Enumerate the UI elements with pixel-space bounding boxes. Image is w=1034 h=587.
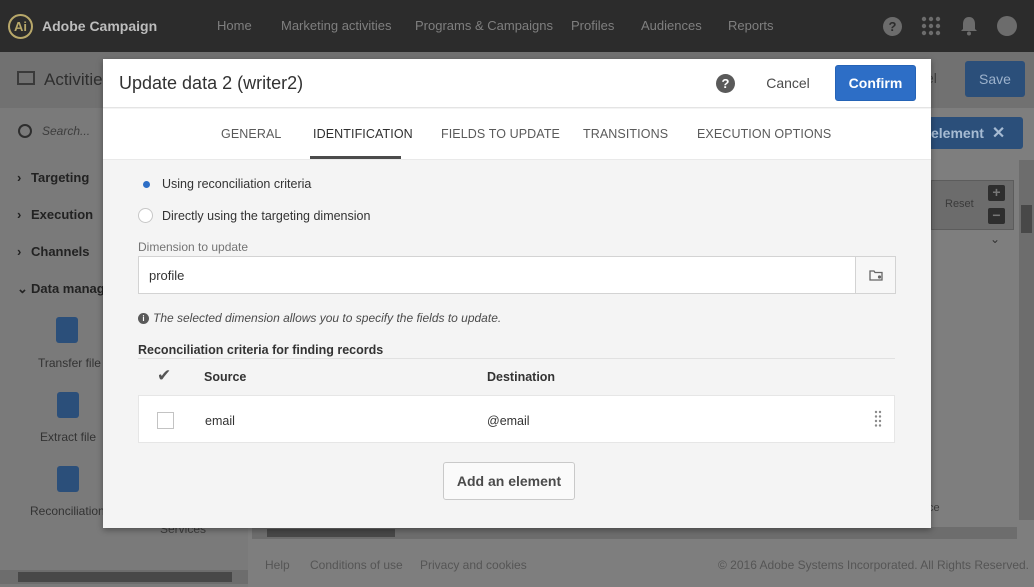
close-icon: ✕ bbox=[991, 125, 1006, 142]
row-source: email bbox=[205, 414, 235, 428]
nav-home[interactable]: Home bbox=[217, 18, 252, 33]
background-search-placeholder: Search... bbox=[42, 124, 91, 138]
row-destination: @email bbox=[487, 414, 530, 428]
footer-copyright: © 2016 Adobe Systems Incorporated. All R… bbox=[718, 558, 1030, 572]
tile-extract-file: Extract file bbox=[40, 430, 97, 444]
folder-icon bbox=[868, 270, 883, 281]
background-horizontal-scroll-thumb bbox=[267, 529, 395, 537]
bell-icon[interactable] bbox=[959, 16, 979, 36]
zoom-in-icon: + bbox=[988, 185, 1005, 201]
radio-reconciliation-criteria[interactable]: Using reconciliation criteria bbox=[138, 176, 311, 191]
table-row[interactable]: email @email bbox=[138, 395, 895, 443]
criteria-table-header: ✔ Source Destination bbox=[138, 358, 895, 394]
dialog-header: Update data 2 (writer2) ? Cancel Confirm bbox=[103, 59, 931, 108]
nav-marketing-activities[interactable]: Marketing activities bbox=[281, 18, 392, 33]
nav-programs-campaigns[interactable]: Programs & Campaigns bbox=[415, 18, 553, 33]
radio-label: Using reconciliation criteria bbox=[162, 176, 312, 191]
dimension-picker-button[interactable] bbox=[855, 256, 896, 294]
select-all-check-icon[interactable]: ✔ bbox=[157, 366, 171, 386]
tab-fields-to-update[interactable]: FIELDS TO UPDATE bbox=[441, 127, 560, 141]
activities-panel-icon bbox=[17, 71, 35, 85]
category-targeting: › Targeting bbox=[17, 170, 90, 185]
radio-targeting-dimension[interactable]: Directly using the targeting dimension bbox=[138, 208, 370, 223]
footer-privacy-link: Privacy and cookies bbox=[420, 558, 527, 572]
column-destination: Destination bbox=[487, 370, 556, 384]
tab-general[interactable]: GENERAL bbox=[221, 127, 281, 141]
zoom-out-icon: − bbox=[988, 208, 1005, 224]
tile-reconciliation: Reconciliation bbox=[30, 504, 105, 518]
top-navigation-bar: Ai Adobe Campaign Home Marketing activit… bbox=[0, 0, 1034, 52]
dimension-label: Dimension to update bbox=[138, 240, 249, 254]
nav-audiences[interactable]: Audiences bbox=[641, 18, 702, 33]
radio-label: Directly using the targeting dimension bbox=[162, 208, 371, 223]
radio-button-selected[interactable] bbox=[138, 176, 153, 191]
info-icon: i bbox=[138, 312, 149, 324]
dialog-title: Update data 2 (writer2) bbox=[119, 73, 304, 93]
brand-name: Adobe Campaign bbox=[42, 18, 158, 34]
brand[interactable]: Ai Adobe Campaign bbox=[8, 13, 158, 39]
chevron-down-icon: ⌄ bbox=[990, 232, 1001, 246]
nav-profiles[interactable]: Profiles bbox=[571, 18, 614, 33]
dimension-info: i The selected dimension allows you to s… bbox=[138, 311, 501, 325]
background-vertical-scroll-thumb bbox=[1021, 205, 1032, 233]
tab-transitions[interactable]: TRANSITIONS bbox=[583, 127, 668, 141]
search-icon bbox=[18, 124, 32, 138]
help-icon[interactable]: ? bbox=[883, 17, 902, 36]
confirm-button[interactable]: Confirm bbox=[835, 65, 916, 101]
info-text: The selected dimension allows you to spe… bbox=[153, 311, 502, 325]
background-sidebar-scroll-thumb bbox=[18, 572, 232, 582]
active-tab-indicator bbox=[310, 156, 401, 159]
cancel-button[interactable]: Cancel bbox=[753, 65, 823, 101]
transfer-file-icon bbox=[56, 317, 78, 343]
avatar-icon[interactable] bbox=[997, 16, 1017, 36]
background-page-title: Activities bbox=[44, 70, 112, 89]
apps-grid-icon[interactable] bbox=[921, 16, 941, 36]
add-element-button[interactable]: Add an element bbox=[443, 462, 575, 500]
radio-button[interactable] bbox=[138, 208, 153, 223]
footer-conditions-link: Conditions of use bbox=[310, 558, 403, 572]
background-reset-label: Reset bbox=[945, 198, 974, 210]
tab-execution-options[interactable]: EXECUTION OPTIONS bbox=[697, 127, 831, 141]
row-checkbox[interactable] bbox=[157, 412, 174, 429]
dialog-tabs: GENERAL IDENTIFICATION FIELDS TO UPDATE … bbox=[103, 109, 931, 160]
dimension-input[interactable] bbox=[138, 256, 856, 294]
help-icon[interactable]: ? bbox=[716, 74, 735, 93]
category-data-management: ⌄ Data manag... bbox=[17, 281, 116, 296]
tile-transfer-file: Transfer file bbox=[38, 356, 101, 370]
tab-identification[interactable]: IDENTIFICATION bbox=[313, 127, 413, 141]
column-source: Source bbox=[204, 370, 247, 384]
background-save-button: Save bbox=[965, 61, 1025, 97]
reconciliation-icon bbox=[57, 466, 79, 492]
nav-reports[interactable]: Reports bbox=[728, 18, 774, 33]
extract-file-icon bbox=[57, 392, 79, 418]
update-data-dialog: Update data 2 (writer2) ? Cancel Confirm… bbox=[103, 59, 931, 528]
category-execution: › Execution bbox=[17, 207, 94, 222]
category-channels: › Channels bbox=[17, 244, 90, 259]
criteria-section-title: Reconciliation criteria for finding reco… bbox=[138, 343, 384, 357]
footer-help-link: Help bbox=[265, 558, 290, 572]
adobe-campaign-logo: Ai bbox=[8, 13, 33, 39]
background-add-element-button: element ✕ bbox=[931, 117, 1023, 149]
drag-handle-icon[interactable] bbox=[874, 410, 882, 428]
